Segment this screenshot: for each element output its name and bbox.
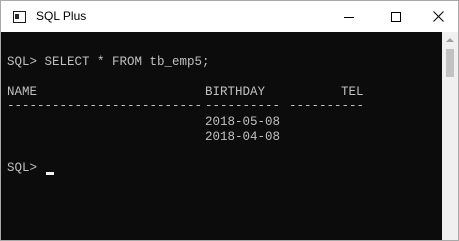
minimize-icon xyxy=(344,17,354,18)
title-bar[interactable]: SQL Plus xyxy=(1,1,458,32)
console-app-icon xyxy=(13,11,26,23)
minimize-button[interactable] xyxy=(327,1,373,32)
column-header-name: NAME xyxy=(7,85,38,99)
scrollbar-thumb[interactable] xyxy=(446,49,454,77)
maximize-icon xyxy=(391,12,401,22)
close-icon xyxy=(433,11,444,22)
window-title: SQL Plus xyxy=(36,9,87,23)
maximize-button[interactable] xyxy=(373,1,419,32)
sql-prompt: SQL> xyxy=(7,161,38,175)
separator-tel: ---------- xyxy=(289,99,365,113)
separator-name: -------------------------- xyxy=(7,99,203,113)
sqlplus-window: SQL Plus SQL> SELECT * FROM tb_emp5; NAM… xyxy=(0,0,459,241)
vertical-scrollbar[interactable] xyxy=(442,32,458,240)
column-header-birthday: BIRTHDAY xyxy=(205,85,266,99)
separator-birthday: ---------- xyxy=(205,99,281,113)
close-button[interactable] xyxy=(416,1,459,32)
sql-command-line: SQL> SELECT * FROM tb_emp5; xyxy=(7,55,210,69)
text-cursor xyxy=(46,172,54,175)
row-1-birthday: 2018-05-08 xyxy=(205,115,281,129)
column-header-tel: TEL xyxy=(341,85,364,99)
console-output[interactable]: SQL> SELECT * FROM tb_emp5; NAME BIRTHDA… xyxy=(1,32,442,240)
scroll-up-arrow-icon[interactable] xyxy=(446,38,454,42)
row-2-birthday: 2018-04-08 xyxy=(205,130,281,144)
